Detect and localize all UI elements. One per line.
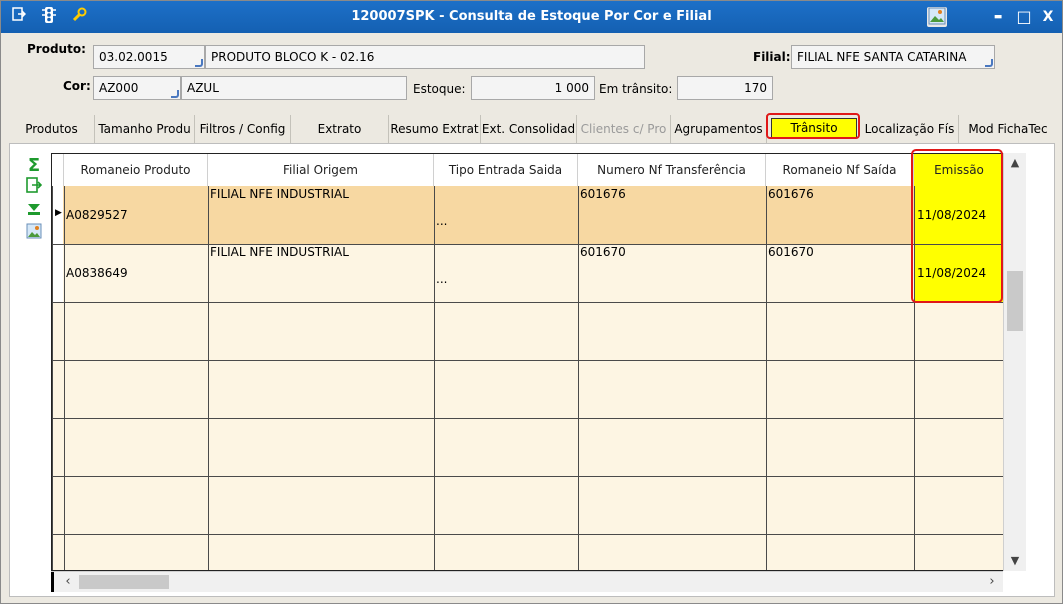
cell-romaneio-nf-saida: 601670 bbox=[768, 245, 814, 259]
tab-mod-fichatec[interactable]: Mod FichaTec bbox=[959, 115, 1057, 143]
title-bar: 120007SPK - Consulta de Estoque Por Cor … bbox=[1, 1, 1062, 33]
produto-label: Produto: bbox=[27, 42, 86, 56]
cell-numero-nf: 601670 bbox=[580, 245, 626, 259]
grid-line bbox=[52, 360, 1003, 361]
expand-down-icon[interactable] bbox=[23, 201, 45, 223]
image-icon[interactable] bbox=[927, 7, 947, 27]
cell-filial-origem: FILIAL NFE INDUSTRIAL bbox=[210, 245, 349, 259]
produto-desc-field[interactable]: PRODUTO BLOCO K - 02.16 bbox=[205, 45, 645, 69]
grid-line bbox=[52, 302, 1003, 303]
minimize-button[interactable]: ▬ bbox=[987, 7, 1009, 27]
grid-line bbox=[52, 534, 1003, 535]
col-tipo-entrada-saida[interactable]: Tipo Entrada Saida bbox=[434, 154, 578, 186]
grid-line bbox=[52, 476, 1003, 477]
maximize-button[interactable]: □ bbox=[1013, 7, 1035, 27]
tab-resumo-extrato[interactable]: Resumo Extrat bbox=[389, 115, 481, 143]
table-row[interactable]: ▶ A0829527 FILIAL NFE INDUSTRIAL ... 601… bbox=[52, 186, 1003, 244]
cor-code-field[interactable]: AZ000 bbox=[93, 76, 181, 100]
scroll-up-icon[interactable]: ▲ bbox=[1004, 153, 1026, 173]
cell-tipo-entrada-saida: ... bbox=[436, 272, 448, 286]
cor-desc-field[interactable]: AZUL bbox=[181, 76, 407, 100]
tab-localizacao-fisica[interactable]: Localização Fís bbox=[861, 115, 959, 143]
em-transito-label: Em trânsito: bbox=[599, 82, 673, 96]
scroll-right-icon[interactable]: › bbox=[983, 572, 1001, 592]
col-romaneio-nf-saida[interactable]: Romaneio Nf Saída bbox=[766, 154, 914, 186]
window-title: 120007SPK - Consulta de Estoque Por Cor … bbox=[351, 9, 712, 24]
table-row[interactable]: A0838649 FILIAL NFE INDUSTRIAL ... 60167… bbox=[52, 244, 1003, 302]
filial-label: Filial: bbox=[753, 50, 791, 64]
row-indicator: ▶ bbox=[53, 186, 63, 244]
filial-field[interactable]: FILIAL NFE SANTA CATARINA bbox=[791, 45, 995, 69]
horizontal-scroll-thumb[interactable] bbox=[79, 575, 169, 589]
vertical-scroll-thumb[interactable] bbox=[1007, 271, 1023, 331]
grid-header: Romaneio Produto Filial Origem Tipo Entr… bbox=[52, 154, 1003, 187]
cell-filial-origem: FILIAL NFE INDUSTRIAL bbox=[210, 187, 349, 201]
tab-clientes-produto[interactable]: Clientes c/ Pro bbox=[577, 115, 671, 143]
transito-tab-highlight bbox=[766, 113, 860, 139]
scroll-left-icon[interactable]: ‹ bbox=[59, 572, 77, 592]
export-grid-icon[interactable] bbox=[23, 177, 45, 199]
tab-tamanho-produto[interactable]: Tamanho Produ bbox=[95, 115, 195, 143]
cell-romaneio-nf-saida: 601676 bbox=[768, 187, 814, 201]
grid-body: ▶ A0829527 FILIAL NFE INDUSTRIAL ... 601… bbox=[52, 186, 1003, 570]
main-window: 120007SPK - Consulta de Estoque Por Cor … bbox=[0, 0, 1063, 604]
current-row-arrow-icon: ▶ bbox=[55, 208, 62, 218]
col-romaneio-produto[interactable]: Romaneio Produto bbox=[64, 154, 208, 186]
col-numero-nf-transferencia[interactable]: Numero Nf Transferência bbox=[578, 154, 766, 186]
tab-ext-consolidado[interactable]: Ext. Consolidad bbox=[481, 115, 577, 143]
cell-tipo-entrada-saida: ... bbox=[436, 214, 448, 228]
tab-agrupamentos[interactable]: Agrupamentos bbox=[671, 115, 767, 143]
sum-icon[interactable]: Σ bbox=[23, 155, 45, 177]
cell-numero-nf: 601676 bbox=[580, 187, 626, 201]
estoque-field: 1 000 bbox=[471, 76, 595, 100]
transito-grid: Romaneio Produto Filial Origem Tipo Entr… bbox=[51, 153, 1003, 571]
tab-extrato[interactable]: Extrato bbox=[291, 115, 389, 143]
tab-produtos[interactable]: Produtos bbox=[9, 115, 95, 143]
row-indicator bbox=[53, 244, 63, 302]
em-transito-field: 170 bbox=[677, 76, 773, 100]
cor-label: Cor: bbox=[63, 79, 91, 93]
cell-romaneio-produto: A0838649 bbox=[66, 266, 128, 280]
cell-romaneio-produto: A0829527 bbox=[66, 208, 128, 222]
emissao-column-highlight bbox=[911, 149, 1003, 303]
grid-line bbox=[52, 244, 1003, 245]
horizontal-scrollbar[interactable]: ‹ › bbox=[51, 571, 1003, 592]
tab-filtros-config[interactable]: Filtros / Config bbox=[195, 115, 291, 143]
close-button[interactable]: X bbox=[1037, 7, 1059, 27]
header-indicator bbox=[52, 154, 64, 186]
vertical-scrollbar[interactable]: ▲ ▼ bbox=[1003, 153, 1026, 571]
picture-icon[interactable] bbox=[23, 223, 45, 245]
grid-line bbox=[52, 418, 1003, 419]
estoque-label: Estoque: bbox=[413, 82, 466, 96]
scroll-down-icon[interactable]: ▼ bbox=[1004, 551, 1026, 571]
scroll-start-bar bbox=[51, 572, 54, 592]
tab-strip: Produtos Tamanho Produ Filtros / Config … bbox=[9, 115, 1057, 143]
produto-code-field[interactable]: 03.02.0015 bbox=[93, 45, 205, 69]
col-filial-origem[interactable]: Filial Origem bbox=[208, 154, 434, 186]
